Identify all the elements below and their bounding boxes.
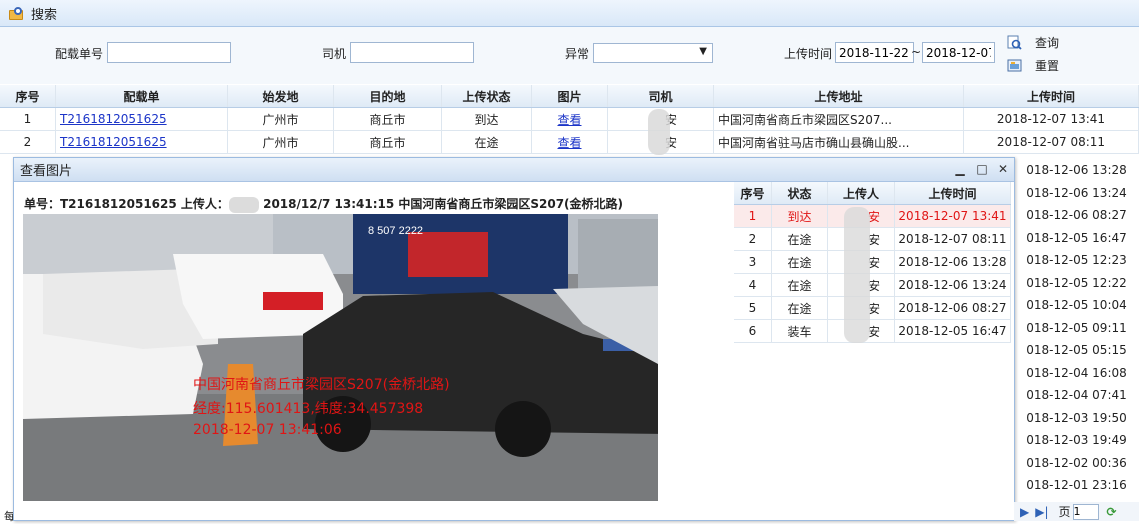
close-icon[interactable]: ✕	[995, 161, 1011, 177]
history-row[interactable]: 2 在途安 2018-12-07 08:11	[734, 228, 1011, 251]
history-time-cell: 2018-12-05 16:47	[895, 320, 1011, 342]
parking-lot-photo: 8 507 2222	[23, 214, 658, 501]
panel-title: 搜索	[31, 7, 58, 23]
abnormal-label: 异常	[565, 47, 590, 61]
col-header-order[interactable]: 配载单	[56, 85, 228, 107]
page-label: 页	[1058, 505, 1071, 519]
reset-icon	[1007, 58, 1022, 73]
col-header-origin[interactable]: 始发地	[228, 85, 334, 107]
view-picture-link[interactable]: 查看	[557, 134, 581, 151]
time-cell: 018-12-05 10:04	[1026, 298, 1127, 312]
photo-overlay-timestamp: 2018-12-07 13:41:06	[193, 422, 342, 438]
order-number-label: 配载单号	[55, 47, 104, 61]
history-row[interactable]: 5 在途安 2018-12-06 08:27	[734, 297, 1011, 320]
time-cell: 018-12-04 16:08	[1026, 365, 1127, 380]
table-row[interactable]: 1 T2161812051625 广州市 商丘市 到达 查看 安 中国河南省商丘…	[0, 108, 1139, 131]
maximize-icon[interactable]: □	[974, 161, 990, 177]
date-from-input[interactable]	[835, 42, 914, 63]
upload-photo: 8 507 2222 中国河南省商丘市梁园区S207(金桥北路) 经度:115.…	[23, 214, 658, 501]
search-panel-header: 搜索	[0, 0, 1139, 27]
driver-input[interactable]	[350, 42, 474, 63]
view-picture-dialog: 查看图片 ▁ □ ✕ 单号：T2161812051625 上传人： 2018/1…	[13, 157, 1015, 521]
history-status-cell: 在途	[772, 251, 828, 273]
history-no-cell: 2	[734, 228, 772, 250]
view-picture-link[interactable]: 查看	[557, 111, 581, 128]
col-header-upload-time[interactable]: 上传时间	[964, 85, 1139, 107]
driver-label: 司机	[322, 47, 347, 61]
billboard-text: 8 507 2222	[368, 225, 423, 237]
time-cell: 018-12-06 08:27	[1026, 208, 1127, 222]
history-time-cell: 2018-12-07 13:41	[895, 205, 1011, 227]
col-header-driver[interactable]: 司机	[608, 85, 714, 107]
history-no-cell: 6	[734, 320, 772, 342]
reset-button[interactable]: 重置	[1007, 57, 1059, 74]
history-time-cell: 2018-12-06 13:24	[895, 274, 1011, 296]
history-time-cell: 2018-12-06 13:28	[895, 251, 1011, 273]
table-row[interactable]: 2 T2161812051625 广州市 商丘市 在途 查看 安 中国河南省驻马…	[0, 131, 1139, 154]
driver-name-redaction	[648, 109, 670, 158]
abnormal-select[interactable]: ▼	[593, 43, 713, 63]
refresh-icon[interactable]: ⟳	[1107, 505, 1117, 519]
time-cell: 018-12-06 13:28	[1026, 163, 1127, 177]
minimize-icon[interactable]: ▁	[952, 161, 968, 177]
time-cell: 018-12-03 19:50	[1026, 410, 1127, 425]
time-cell: 018-12-02 00:36	[1026, 455, 1127, 470]
next-page-icon[interactable]: ▶	[1020, 505, 1029, 519]
upload-time-label: 上传时间	[784, 47, 833, 61]
time-cell: 018-12-05 09:11	[1026, 320, 1127, 335]
history-row[interactable]: 3 在途安 2018-12-06 13:28	[734, 251, 1011, 274]
time-cell: 018-12-06 13:24	[1026, 185, 1127, 200]
col-header-picture[interactable]: 图片	[532, 85, 608, 107]
search-icon	[1007, 35, 1022, 50]
date-separator: ~	[911, 45, 922, 59]
time-cell: 018-12-05 12:23	[1026, 253, 1127, 267]
history-no-cell: 1	[734, 205, 772, 227]
history-status-cell: 在途	[772, 297, 828, 319]
history-row[interactable]: 1 到达安 2018-12-07 13:41	[734, 205, 1011, 228]
col-header-upload-address[interactable]: 上传地址	[714, 85, 964, 107]
time-cell: 018-12-05 12:22	[1026, 275, 1127, 290]
photo-overlay-coordinates: 经度:115.601413,纬度:34.457398	[193, 401, 424, 417]
history-time-cell: 2018-12-06 08:27	[895, 297, 1011, 319]
uploader-column-redaction	[844, 207, 870, 343]
history-header-row: 序号 状态 上传人 上传时间	[734, 182, 1011, 205]
order-number-input[interactable]	[107, 42, 231, 63]
col-header-destination[interactable]: 目的地	[334, 85, 442, 107]
history-status-cell: 装车	[772, 320, 828, 342]
date-to-input[interactable]	[922, 42, 995, 63]
history-time-cell: 2018-12-07 08:11	[895, 228, 1011, 250]
history-status-cell: 在途	[772, 274, 828, 296]
table-header-row: 序号 配载单 始发地 目的地 上传状态 图片 司机 上传地址 上传时间	[0, 85, 1139, 108]
page-number-input[interactable]	[1072, 503, 1099, 520]
history-no-cell: 3	[734, 251, 772, 273]
history-row[interactable]: 6 装车安 2018-12-05 16:47	[734, 320, 1011, 343]
history-status-cell: 在途	[772, 228, 828, 250]
history-status-cell: 到达	[772, 205, 828, 227]
uploader-redaction	[228, 196, 259, 213]
photo-info-line: 单号：T2161812051625 上传人： 2018/12/7 13:41:1…	[24, 196, 624, 213]
time-cell: 018-12-01 23:16	[1026, 478, 1127, 492]
photo-overlay-address: 中国河南省商丘市梁园区S207(金桥北路)	[193, 377, 450, 393]
query-button[interactable]: 查询	[1007, 34, 1059, 51]
folder-search-icon	[9, 6, 25, 20]
time-cell: 018-12-03 19:49	[1026, 433, 1127, 447]
last-page-icon[interactable]: ▶|	[1035, 505, 1048, 519]
time-cell: 018-12-04 07:41	[1026, 388, 1127, 402]
order-link[interactable]: T2161812051625	[60, 135, 167, 149]
col-header-upload-status[interactable]: 上传状态	[442, 85, 532, 107]
dialog-titlebar[interactable]: 查看图片 ▁ □ ✕	[14, 158, 1014, 182]
chevron-down-icon: ▼	[699, 46, 707, 57]
history-no-cell: 5	[734, 297, 772, 319]
time-cell: 018-12-05 05:15	[1026, 343, 1127, 357]
dialog-title: 查看图片	[20, 164, 73, 179]
pagination-bar: ▶ ▶| 页 ⟳	[1014, 502, 1139, 521]
history-row[interactable]: 4 在途安 2018-12-06 13:24	[734, 274, 1011, 297]
order-link[interactable]: T2161812051625	[60, 112, 167, 126]
search-toolbar: 配载单号 司机 异常 ▼ 上传时间 ~ 查询 重置	[0, 27, 1139, 84]
col-header-no[interactable]: 序号	[0, 85, 56, 107]
time-cell: 018-12-05 16:47	[1026, 230, 1127, 245]
history-no-cell: 4	[734, 274, 772, 296]
